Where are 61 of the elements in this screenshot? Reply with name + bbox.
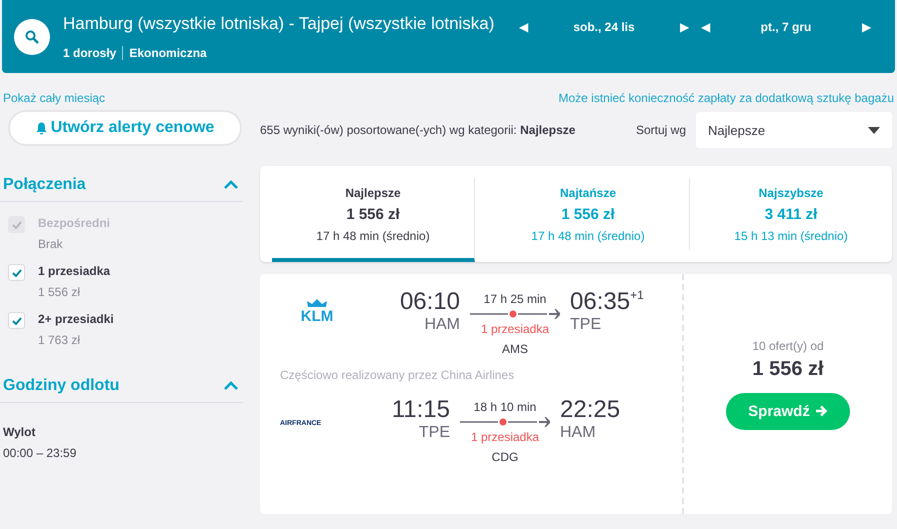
cabin-class: Ekonomiczna bbox=[129, 46, 207, 60]
offers-count: 10 ofert(y) od bbox=[752, 338, 824, 352]
filter-option-label: 1 przesiadka bbox=[38, 264, 110, 278]
baggage-link[interactable]: Może istnieć konieczność zapłaty za dodatkową sztukę bagażu bbox=[558, 91, 894, 103]
sort-tab[interactable]: Najtańsze 1 556 zł 17 h 48 min (średnio) bbox=[487, 178, 690, 250]
crown-icon bbox=[306, 298, 328, 308]
previous-date-button[interactable]: ◀ bbox=[513, 20, 534, 34]
departure-time: 06:10 bbox=[400, 288, 460, 316]
results-summary: 655 wyniki(-ów) posortowane(-ych) wg kategorii: Najlepsze bbox=[260, 123, 576, 137]
search-icon bbox=[25, 30, 39, 44]
sort-dropdown[interactable]: Najlepsze bbox=[696, 112, 892, 148]
previous-date-button[interactable]: ◀ bbox=[695, 20, 716, 34]
date-label[interactable]: sob., 24 lis bbox=[534, 20, 674, 34]
departure-time: 11:15 bbox=[392, 396, 450, 424]
stops-count: 1 przesiadka bbox=[470, 430, 540, 444]
departure-airport: HAM bbox=[424, 316, 460, 334]
dropdown-caret-icon bbox=[868, 126, 880, 134]
bell-icon bbox=[36, 122, 47, 134]
search-button[interactable] bbox=[14, 18, 50, 54]
checkmark-icon bbox=[12, 220, 22, 228]
filter-option-label: 2+ przesiadki bbox=[38, 312, 114, 326]
sort-label: Sortuj wg bbox=[636, 123, 686, 137]
day-offset: +1 bbox=[630, 288, 644, 302]
arrival-time: 06:35 bbox=[570, 288, 630, 315]
stopover-airport: CDG bbox=[492, 450, 518, 464]
next-date-button[interactable]: ▶ bbox=[856, 20, 877, 34]
time-range: 00:00 – 23:59 bbox=[3, 446, 78, 460]
stopover-airport: AMS bbox=[502, 342, 528, 356]
next-date-button[interactable]: ▶ bbox=[674, 20, 695, 34]
time-filter-label: Wylot bbox=[3, 425, 36, 439]
arrival-airport: HAM bbox=[560, 424, 597, 442]
collapse-chevron-icon[interactable] bbox=[223, 381, 239, 391]
arrival-time: 22:25 bbox=[560, 396, 620, 423]
flight-price: 1 556 zł bbox=[752, 358, 824, 380]
flight-duration: 17 h 25 min bbox=[484, 292, 546, 306]
arrow-right-icon bbox=[814, 405, 828, 417]
arrival-airport: TPE bbox=[570, 316, 602, 334]
filter-title: Połączenia bbox=[3, 176, 86, 194]
filter-option-price: 1 763 zł bbox=[38, 333, 82, 347]
stops-count: 1 przesiadka bbox=[480, 322, 550, 336]
flight-duration: 18 h 10 min bbox=[474, 400, 536, 414]
collapse-chevron-icon[interactable] bbox=[223, 180, 239, 190]
checkbox[interactable] bbox=[8, 264, 25, 281]
month-link[interactable]: Pokaż cały miesiąc bbox=[3, 91, 106, 103]
checkbox[interactable] bbox=[8, 312, 25, 329]
departure-airport: TPE bbox=[418, 424, 450, 442]
price-alert-button[interactable]: Utwórz alerty cenowe bbox=[8, 110, 242, 146]
check-button[interactable]: Sprawdź bbox=[726, 392, 850, 430]
sort-tab[interactable]: Najlepsze 1 556 zł 17 h 48 min (średnio) bbox=[272, 178, 475, 262]
operator-note: Częściowo realizowany przez China Airlines bbox=[280, 368, 516, 382]
date-label[interactable]: pt., 7 gru bbox=[716, 20, 856, 34]
passengers: 1 dorosły bbox=[63, 46, 116, 60]
filter-title: Godziny odlotu bbox=[3, 377, 120, 395]
airline-logo: KLM bbox=[280, 288, 344, 325]
checkmark-icon bbox=[12, 268, 22, 276]
checkmark-icon bbox=[12, 316, 22, 324]
filter-option-price: Brak bbox=[38, 237, 64, 251]
sort-tab[interactable]: Najszybsze 3 411 zł 15 h 13 min (średnio) bbox=[690, 178, 892, 250]
filter-option-label: Bezpośredni bbox=[38, 216, 110, 230]
route-title: Hamburg (wszystkie lotniska) - Tajpej (wszystkie lotniska) bbox=[63, 14, 493, 34]
filter-option-price: 1 556 zł bbox=[38, 285, 82, 299]
